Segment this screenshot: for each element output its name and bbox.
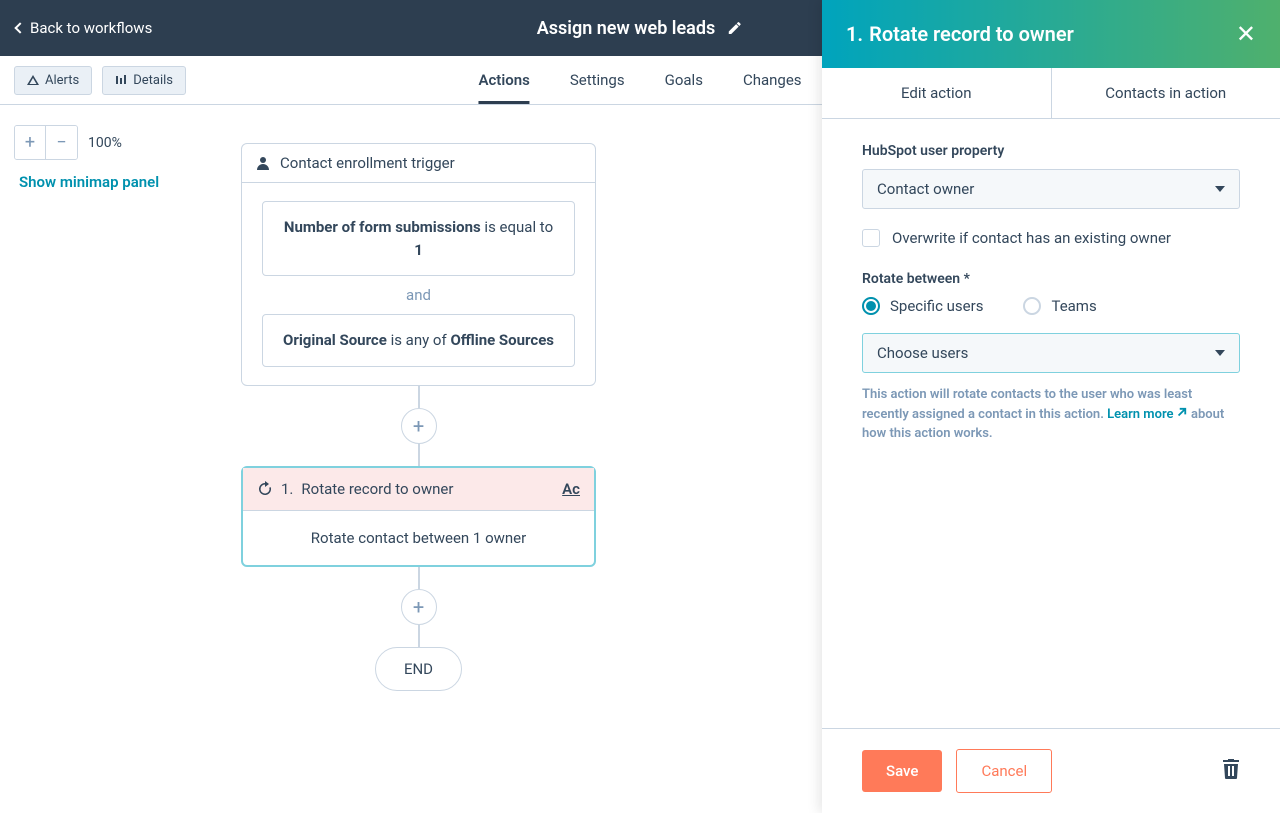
overwrite-label: Overwrite if contact has an existing own…	[892, 229, 1171, 247]
delete-action-button[interactable]	[1222, 759, 1240, 784]
tab-settings[interactable]: Settings	[570, 56, 625, 104]
overwrite-checkbox[interactable]	[862, 229, 880, 247]
details-label: Details	[133, 73, 173, 88]
radio-users-label: Specific users	[890, 297, 983, 315]
connector	[418, 444, 420, 466]
chevron-left-icon	[14, 22, 25, 33]
action-title-text: Rotate record to owner	[301, 480, 453, 498]
caret-down-icon	[1215, 186, 1225, 192]
action-number: 1.	[281, 480, 293, 498]
details-icon	[115, 74, 127, 86]
add-action-button-2[interactable]: +	[401, 589, 437, 625]
filter-1: Number of form submissions is equal to 1	[262, 201, 575, 276]
panel-title-number: 1.	[846, 22, 863, 46]
radio-specific-users[interactable]: Specific users	[862, 297, 983, 315]
back-to-workflows-link[interactable]: Back to workflows	[16, 19, 152, 37]
alerts-label: Alerts	[45, 73, 79, 88]
connector	[418, 625, 420, 647]
details-button[interactable]: Details	[102, 66, 186, 95]
rotate-label: Rotate between *	[862, 271, 1240, 287]
filter-2: Original Source is any of Offline Source…	[262, 314, 575, 367]
alerts-button[interactable]: Alerts	[14, 66, 92, 95]
external-link-icon	[1177, 407, 1188, 418]
cancel-button[interactable]: Cancel	[956, 749, 1052, 793]
edit-title-icon[interactable]	[727, 20, 743, 36]
radio-teams[interactable]: Teams	[1023, 297, 1096, 315]
trigger-card[interactable]: Contact enrollment trigger Number of for…	[241, 143, 596, 386]
tab-changes[interactable]: Changes	[743, 56, 802, 104]
actions-menu-link[interactable]: Ac	[562, 480, 580, 498]
back-label: Back to workflows	[30, 19, 152, 37]
trash-icon	[1222, 759, 1240, 779]
show-minimap-link[interactable]: Show minimap panel	[19, 173, 159, 191]
zoom-level: 100%	[88, 135, 122, 151]
panel-tab-edit[interactable]: Edit action	[822, 68, 1052, 118]
save-button[interactable]: Save	[862, 750, 942, 792]
filter-and: and	[262, 276, 575, 314]
users-placeholder: Choose users	[877, 344, 968, 362]
connector	[418, 567, 420, 589]
panel-tab-contacts[interactable]: Contacts in action	[1052, 68, 1280, 118]
workflow-canvas: + − 100% Show minimap panel Contact enro…	[0, 105, 822, 813]
side-panel: 1. Rotate record to owner ✕ Edit action …	[822, 0, 1280, 813]
action-card-1[interactable]: 1. Rotate record to owner Ac Rotate cont…	[241, 466, 596, 567]
choose-users-select[interactable]: Choose users	[862, 333, 1240, 373]
connector	[418, 386, 420, 408]
learn-more-link[interactable]: Learn more	[1107, 407, 1188, 422]
end-node: END	[375, 647, 462, 691]
tab-goals[interactable]: Goals	[665, 56, 703, 104]
zoom-out-button[interactable]: −	[46, 126, 77, 159]
page-title: Assign new web leads	[537, 18, 715, 39]
property-value: Contact owner	[877, 180, 974, 198]
property-label: HubSpot user property	[862, 143, 1240, 159]
action-description: Rotate contact between 1 owner	[243, 511, 594, 565]
radio-icon	[1023, 297, 1041, 315]
zoom-in-button[interactable]: +	[15, 126, 46, 159]
close-panel-button[interactable]: ✕	[1236, 20, 1256, 48]
person-icon	[256, 156, 270, 170]
caret-down-icon	[1215, 350, 1225, 356]
radio-teams-label: Teams	[1051, 297, 1096, 315]
trigger-title: Contact enrollment trigger	[280, 154, 455, 172]
panel-title-text: Rotate record to owner	[869, 22, 1074, 46]
alert-icon	[27, 74, 39, 86]
radio-icon	[862, 297, 880, 315]
property-select[interactable]: Contact owner	[862, 169, 1240, 209]
rotate-icon	[257, 481, 273, 497]
panel-header: 1. Rotate record to owner ✕	[822, 0, 1280, 68]
help-text: This action will rotate contacts to the …	[862, 385, 1240, 444]
add-action-button-1[interactable]: +	[401, 408, 437, 444]
tab-actions[interactable]: Actions	[478, 56, 529, 104]
